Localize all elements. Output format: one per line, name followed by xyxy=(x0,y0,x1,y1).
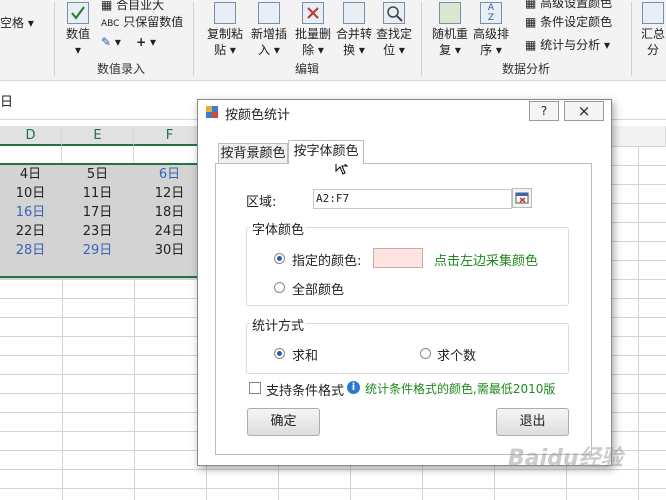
specified-color-label[interactable]: 指定的颜色: xyxy=(292,250,361,269)
ribbon-left-partial[interactable]: 空格 ▾ xyxy=(0,14,34,31)
btn-label-bottom: 贴 xyxy=(214,43,227,57)
pick-color-hint: 点击左边采集颜色 xyxy=(434,254,539,269)
insert-button[interactable]: 新增插 入 ▾ xyxy=(246,0,292,58)
summary-button-partial[interactable]: 汇总 分 xyxy=(638,0,666,58)
selection-border xyxy=(0,163,206,278)
ribbon-analysis-item-2[interactable]: ▦ 条件设定颜色 xyxy=(525,13,612,30)
random-repeat-button[interactable]: 随机重 复 ▾ xyxy=(430,0,470,58)
column-header-d[interactable]: D xyxy=(0,126,62,146)
count-label[interactable]: 求个数 xyxy=(437,345,476,364)
info-icon: i xyxy=(347,381,360,394)
dropdown-arrow-icon: ▾ xyxy=(74,43,82,57)
merge-icon xyxy=(343,2,365,24)
tab-background-color[interactable]: 按背景颜色 xyxy=(218,143,288,163)
ribbon-separator xyxy=(193,2,194,76)
app-icon xyxy=(206,106,218,118)
btn-label-top: 高级排 xyxy=(472,27,509,41)
count-radio[interactable] xyxy=(420,348,431,359)
ribbon-separator xyxy=(631,2,632,76)
btn-label-top: 批量删 xyxy=(294,27,331,41)
group-label-analysis: 数据分析 xyxy=(502,62,551,76)
watermark: Baidu经验 xyxy=(508,446,623,471)
color-stats-dialog: 按颜色统计 ? × 按背景颜色 按字体颜色 区域: A2:F7 字体颜色 指定的… xyxy=(197,99,612,466)
tab-panel: 区域: A2:F7 字体颜色 指定的颜色: 点击左边采集颜色 全部颜色 统计方式… xyxy=(215,163,592,455)
random-icon xyxy=(439,2,461,24)
sort-az-icon: AZ xyxy=(480,2,502,24)
ribbon-edit-small[interactable]: ✎ ▾ + ▾ xyxy=(101,35,156,49)
specified-color-radio[interactable] xyxy=(274,253,285,264)
copy-paste-icon xyxy=(214,2,236,24)
numeric-button[interactable]: 数值 ▾ xyxy=(60,0,96,58)
ribbon-separator xyxy=(54,2,55,76)
dialog-title: 按颜色统计 xyxy=(225,108,291,123)
summary-icon xyxy=(642,2,664,24)
ribbon-separator xyxy=(421,2,422,76)
cell-reference[interactable]: 日 xyxy=(0,91,13,110)
range-picker-button[interactable] xyxy=(512,188,532,208)
ribbon: 空格 ▾ 数值 ▾ ▦ 合目业大 ABC 只保留数值 ✎ ▾ + ▾ 数值录入 … xyxy=(0,0,666,81)
sum-radio[interactable] xyxy=(274,348,285,359)
btn-label-top: 复制粘 xyxy=(206,27,243,41)
btn-label-top: 查找定 xyxy=(375,27,412,41)
ribbon-analysis-item-1[interactable]: ▦ 高级设置颜色 xyxy=(525,0,612,11)
dialog-titlebar[interactable]: 按颜色统计 ? × xyxy=(198,100,611,130)
advanced-sort-button[interactable]: AZ 高级排 序 ▾ xyxy=(471,0,511,58)
help-button[interactable]: ? xyxy=(529,101,559,121)
btn-label-top: 随机重 xyxy=(431,27,468,41)
numeric-icon xyxy=(67,2,89,24)
plus-icon: + xyxy=(136,35,147,49)
btn-label-bottom: 除 xyxy=(302,43,315,57)
ribbon-small-item-1[interactable]: ▦ 合目业大 xyxy=(101,0,164,13)
column-header-e[interactable]: E xyxy=(62,126,134,146)
column-header-f[interactable]: F xyxy=(134,126,206,146)
delete-icon xyxy=(302,2,324,24)
btn-label-bottom: 换 xyxy=(343,43,356,57)
range-input[interactable]: A2:F7 xyxy=(313,189,512,209)
font-color-group-legend: 字体颜色 xyxy=(250,219,307,238)
group-label-edit: 编辑 xyxy=(295,62,320,76)
ribbon-analysis-item-3[interactable]: ▦ 统计与分析 ▾ xyxy=(525,36,610,53)
find-locate-button[interactable]: 查找定 位 ▾ xyxy=(374,0,414,58)
batch-delete-button[interactable]: 批量删 除 ▾ xyxy=(290,0,336,58)
merge-convert-button[interactable]: 合并转 换 ▾ xyxy=(334,0,374,58)
btn-label-bottom: 序 xyxy=(480,43,493,57)
insert-icon xyxy=(258,2,280,24)
btn-label-bottom: 分 xyxy=(646,43,659,57)
pencil-icon: ✎ xyxy=(101,35,112,49)
range-label: 区域: xyxy=(246,195,277,210)
group-label-numeric: 数值录入 xyxy=(97,62,146,76)
exit-button[interactable]: 退出 xyxy=(496,408,569,436)
copy-paste-button[interactable]: 复制粘 贴 ▾ xyxy=(202,0,248,58)
btn-label-bottom: 入 xyxy=(258,43,271,57)
btn-label-bottom: 位 xyxy=(383,43,396,57)
find-icon xyxy=(383,2,405,24)
tab-font-color[interactable]: 按字体颜色 xyxy=(288,140,364,164)
btn-label-top: 汇总 xyxy=(640,27,665,41)
cond-format-label[interactable]: 支持条件格式 xyxy=(266,380,344,399)
btn-label-top: 新增插 xyxy=(250,27,287,41)
empty-grid[interactable] xyxy=(0,279,206,500)
cond-format-hint: 统计条件格式的颜色,需最低2010版 xyxy=(365,382,556,396)
cond-format-checkbox[interactable] xyxy=(249,382,261,394)
stat-method-group-legend: 统计方式 xyxy=(250,315,307,334)
ok-button[interactable]: 确定 xyxy=(247,408,320,436)
sum-label[interactable]: 求和 xyxy=(292,345,318,364)
numeric-button-label: 数值 xyxy=(65,27,90,41)
btn-label-bottom: 复 xyxy=(439,43,452,57)
range-value: A2:F7 xyxy=(316,192,350,205)
range-picker-icon xyxy=(515,192,529,204)
color-swatch[interactable] xyxy=(373,248,423,268)
all-colors-label[interactable]: 全部颜色 xyxy=(292,279,344,298)
btn-label-top: 合并转 xyxy=(335,27,372,41)
all-colors-radio[interactable] xyxy=(274,282,285,293)
ribbon-small-item-2[interactable]: ABC 只保留数值 xyxy=(101,13,183,30)
close-button[interactable]: × xyxy=(564,101,604,121)
abc-icon: ABC xyxy=(101,19,120,29)
